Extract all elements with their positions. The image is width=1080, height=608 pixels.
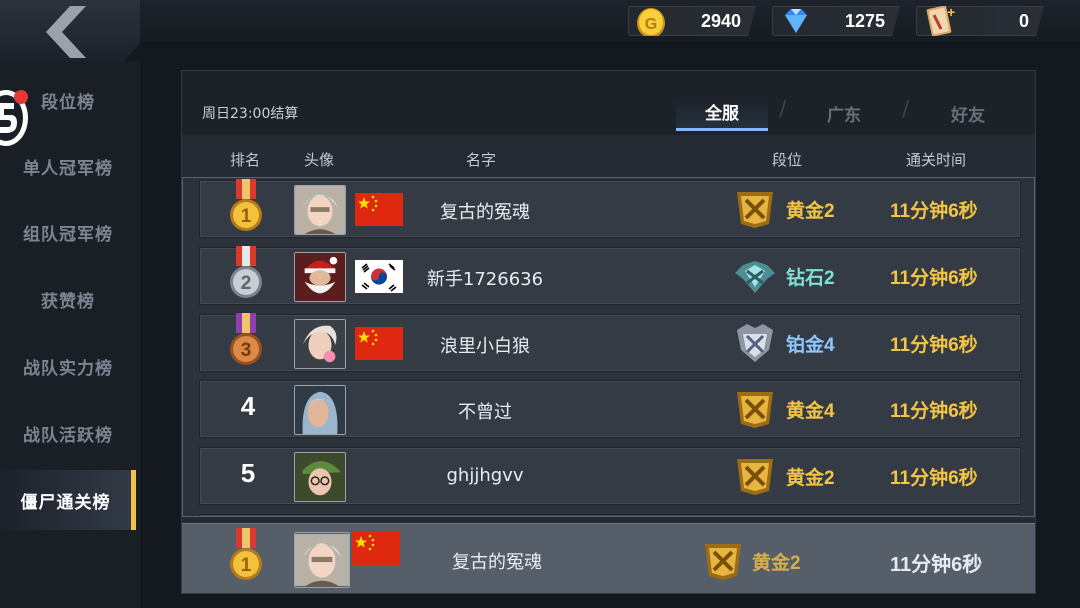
- player-name: 不曾过: [458, 402, 512, 423]
- korea-flag-icon: [355, 260, 403, 293]
- column-rank: 排名: [229, 151, 261, 169]
- column-avatar: 头像: [303, 151, 335, 169]
- tier-label: 黄金2: [786, 201, 835, 222]
- silver-medal-icon: 2: [230, 246, 262, 298]
- player-name: 复古的冤魂: [440, 202, 530, 223]
- china-flag-icon: [355, 193, 403, 226]
- sidebar-item-team-champion[interactable]: 组队冠军榜: [0, 202, 136, 262]
- notification-dot: [14, 90, 28, 104]
- gold-tier-icon: [737, 392, 773, 428]
- svg-text:G: G: [645, 16, 657, 33]
- leaderboard-panel: 周日23:00结算 全服 / 广东 / 好友 排名 头像 名字 段位 通关时间 …: [181, 70, 1036, 594]
- bronze-medal-icon: 3: [230, 313, 262, 365]
- column-clear-time: 通关时间: [905, 151, 967, 169]
- tier-label: 铂金4: [786, 335, 835, 356]
- player-name: ghjjhgvv: [446, 465, 524, 486]
- diamond-amount: 1275: [844, 11, 885, 31]
- sidebar-item-team-strength[interactable]: 战队实力榜: [0, 336, 136, 396]
- my-rank-row: 1 复古的冤魂 黄金2 11分钟6秒: [182, 523, 1035, 593]
- column-tier: 段位: [771, 151, 803, 169]
- rank-number: 4: [240, 391, 256, 421]
- gold-currency[interactable]: G 2940: [628, 6, 756, 36]
- svg-text:+: +: [947, 4, 955, 20]
- table-row-partial: [199, 514, 1021, 516]
- tier-label: 钻石2: [786, 268, 835, 289]
- player-name: 浪里小白狼: [440, 336, 530, 357]
- svg-text:2: 2: [241, 273, 252, 294]
- clear-time: 11分钟6秒: [890, 335, 978, 356]
- clear-time: 11分钟6秒: [890, 268, 978, 289]
- gold-coin-icon: G: [637, 8, 665, 36]
- svg-text:3: 3: [241, 340, 252, 361]
- clear-time: 11分钟6秒: [890, 201, 978, 222]
- gold-amount: 2940: [700, 11, 741, 31]
- avatar[interactable]: [294, 452, 346, 502]
- rank-number: 5: [240, 458, 256, 488]
- gold-tier-icon: [737, 192, 773, 228]
- table-row[interactable]: 2 新手1726636 钻石2 11分钟6秒: [199, 246, 1021, 305]
- avatar[interactable]: [294, 185, 346, 235]
- china-flag-icon: [355, 327, 403, 360]
- column-name: 名字: [465, 151, 497, 169]
- tab-guangdong[interactable]: 广东: [798, 95, 890, 131]
- leaderboard-list[interactable]: 1 复古的冤魂 黄金2 11分钟6秒 2 新手1726636 钻石2 11分钟6…: [182, 177, 1035, 517]
- avatar[interactable]: [294, 532, 350, 588]
- gold-medal-icon: 1: [230, 179, 262, 231]
- platinum-tier-icon: [737, 324, 773, 362]
- card-currency[interactable]: + 0: [916, 6, 1044, 36]
- player-name: 新手1726636: [426, 269, 544, 290]
- settlement-time: 周日23:00结算: [202, 106, 299, 122]
- clear-time: 11分钟6秒: [890, 401, 978, 422]
- panel-header: 周日23:00结算 全服 / 广东 / 好友: [182, 71, 1035, 135]
- tier-label: 黄金4: [786, 401, 835, 422]
- clear-time: 11分钟6秒: [890, 468, 978, 489]
- svg-text:1: 1: [241, 206, 252, 227]
- my-player-name: 复古的冤魂: [452, 552, 542, 573]
- svg-text:1: 1: [241, 555, 252, 576]
- my-clear-time: 11分钟6秒: [890, 554, 983, 576]
- tab-divider: /: [779, 97, 787, 122]
- diamond-currency[interactable]: 1275: [772, 6, 900, 36]
- diamond-tier-icon: [735, 261, 775, 293]
- avatar[interactable]: [294, 319, 346, 369]
- chevron-left-icon: [46, 6, 86, 58]
- table-row[interactable]: 5 ghjjhgvv 黄金2 11分钟6秒: [199, 447, 1021, 505]
- gold-medal-icon: 1: [230, 528, 262, 580]
- tab-divider: /: [902, 97, 910, 122]
- back-button[interactable]: [0, 0, 140, 62]
- table-row[interactable]: 3 浪里小白狼 铂金4 11分钟6秒: [199, 313, 1021, 372]
- card-plus-icon: +: [926, 4, 955, 36]
- table-row[interactable]: 4 不曾过 黄金4 11分钟6秒: [199, 380, 1021, 438]
- table-row[interactable]: 1 复古的冤魂 黄金2 11分钟6秒: [199, 179, 1021, 238]
- tab-friends[interactable]: 好友: [922, 95, 1014, 131]
- china-flag-icon: [352, 532, 400, 565]
- gold-tier-icon: [705, 544, 741, 580]
- avatar[interactable]: [294, 252, 346, 302]
- sidebar-item-team-activity[interactable]: 战队活跃榜: [0, 403, 136, 463]
- tab-all-server[interactable]: 全服: [676, 95, 768, 131]
- my-tier-label: 黄金2: [752, 553, 801, 574]
- sidebar-item-likes[interactable]: 获赞榜: [0, 269, 136, 329]
- avatar[interactable]: [294, 385, 346, 435]
- diamond-icon: [785, 9, 807, 33]
- card-amount: 0: [1018, 11, 1029, 31]
- sidebar-item-zombie-clear[interactable]: 僵尸通关榜: [0, 470, 136, 530]
- gold-tier-icon: [737, 459, 773, 495]
- tier-label: 黄金2: [786, 468, 835, 489]
